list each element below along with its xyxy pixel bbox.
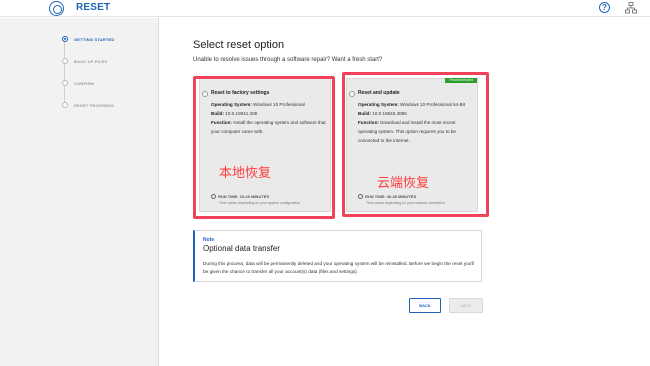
logo-icon	[49, 1, 64, 16]
next-button[interactable]: NEXT	[449, 298, 483, 313]
function-label: Function:	[358, 120, 379, 125]
note-panel: Note Optional data transfer During this …	[193, 230, 482, 282]
step-back-up-files: BACK UP FILES	[62, 56, 107, 66]
os-label: Operating System:	[211, 102, 252, 107]
clock-icon	[358, 194, 363, 199]
option-title: Reset and update	[358, 90, 400, 96]
run-time-note: Time varies depending on your network co…	[366, 201, 446, 205]
step-getting-started: GETTING STARTED	[62, 34, 114, 44]
run-time: RUN TIME: 15-20 MINUTES	[211, 194, 269, 199]
step-dot	[62, 36, 68, 42]
step-label: RESET PROGRESS	[74, 102, 114, 108]
option-details: Operating System: Windows 10 Professiona…	[211, 100, 328, 136]
app-title: RESET	[76, 2, 111, 13]
run-time-text: RUN TIME: 15-20 MINUTES	[218, 194, 270, 199]
run-time-text: RUN TIME: 40-45 MINUTES	[365, 194, 417, 199]
step-dot	[62, 102, 68, 108]
clock-icon	[211, 194, 216, 199]
annotation-cloud-recovery: 云端恢复	[377, 175, 430, 190]
run-time: RUN TIME: 40-45 MINUTES	[358, 194, 416, 199]
note-text: During this process, data will be perman…	[203, 261, 475, 274]
page-title: Select reset option	[193, 39, 285, 51]
os-value: Windows 10 Professional	[253, 102, 305, 107]
step-confirm: CONFIRM	[62, 78, 94, 88]
build-value: 10.0.19045.3086	[372, 111, 407, 116]
option-card-factory-reset[interactable]: Reset to factory settings Operating Syst…	[199, 78, 331, 212]
network-icon[interactable]	[625, 2, 637, 14]
stepper-line	[64, 41, 65, 103]
help-icon[interactable]: ?	[599, 2, 610, 13]
annotation-local-recovery: 本地恢复	[219, 165, 272, 180]
back-button[interactable]: BACK	[409, 298, 441, 313]
os-label: Operating System:	[358, 102, 399, 107]
option-card-reset-and-update[interactable]: Recommended Reset and update Operating S…	[346, 78, 478, 212]
step-label: GETTING STARTED	[74, 36, 115, 42]
build-value: 10.0.19041.208	[225, 111, 258, 116]
function-label: Function:	[211, 120, 232, 125]
step-label: BACK UP FILES	[74, 58, 108, 64]
note-title: Optional data transfer	[203, 244, 280, 253]
option-title: Reset to factory settings	[211, 90, 270, 96]
step-reset-progress: RESET PROGRESS	[62, 100, 114, 110]
note-label: Note	[203, 237, 215, 243]
build-label: Build:	[211, 111, 225, 116]
sidebar-stepper: GETTING STARTED BACK UP FILES CONFIRM RE…	[0, 18, 159, 366]
os-value: Windows 10 Professional 64-Bit	[400, 102, 465, 107]
step-dot	[62, 58, 68, 64]
top-bar: RESET ?	[0, 0, 650, 17]
build-label: Build:	[358, 111, 372, 116]
step-dot	[62, 80, 68, 86]
run-time-note: Time varies depending on your system con…	[219, 201, 300, 205]
page-subtitle: Unable to resolve issues through a softw…	[193, 57, 383, 63]
reset-update-radio[interactable]	[349, 91, 355, 97]
option-details: Operating System: Windows 10 Professiona…	[358, 100, 475, 145]
factory-reset-radio[interactable]	[202, 91, 208, 97]
recommended-badge: Recommended	[445, 78, 477, 83]
step-label: CONFIRM	[74, 80, 95, 86]
